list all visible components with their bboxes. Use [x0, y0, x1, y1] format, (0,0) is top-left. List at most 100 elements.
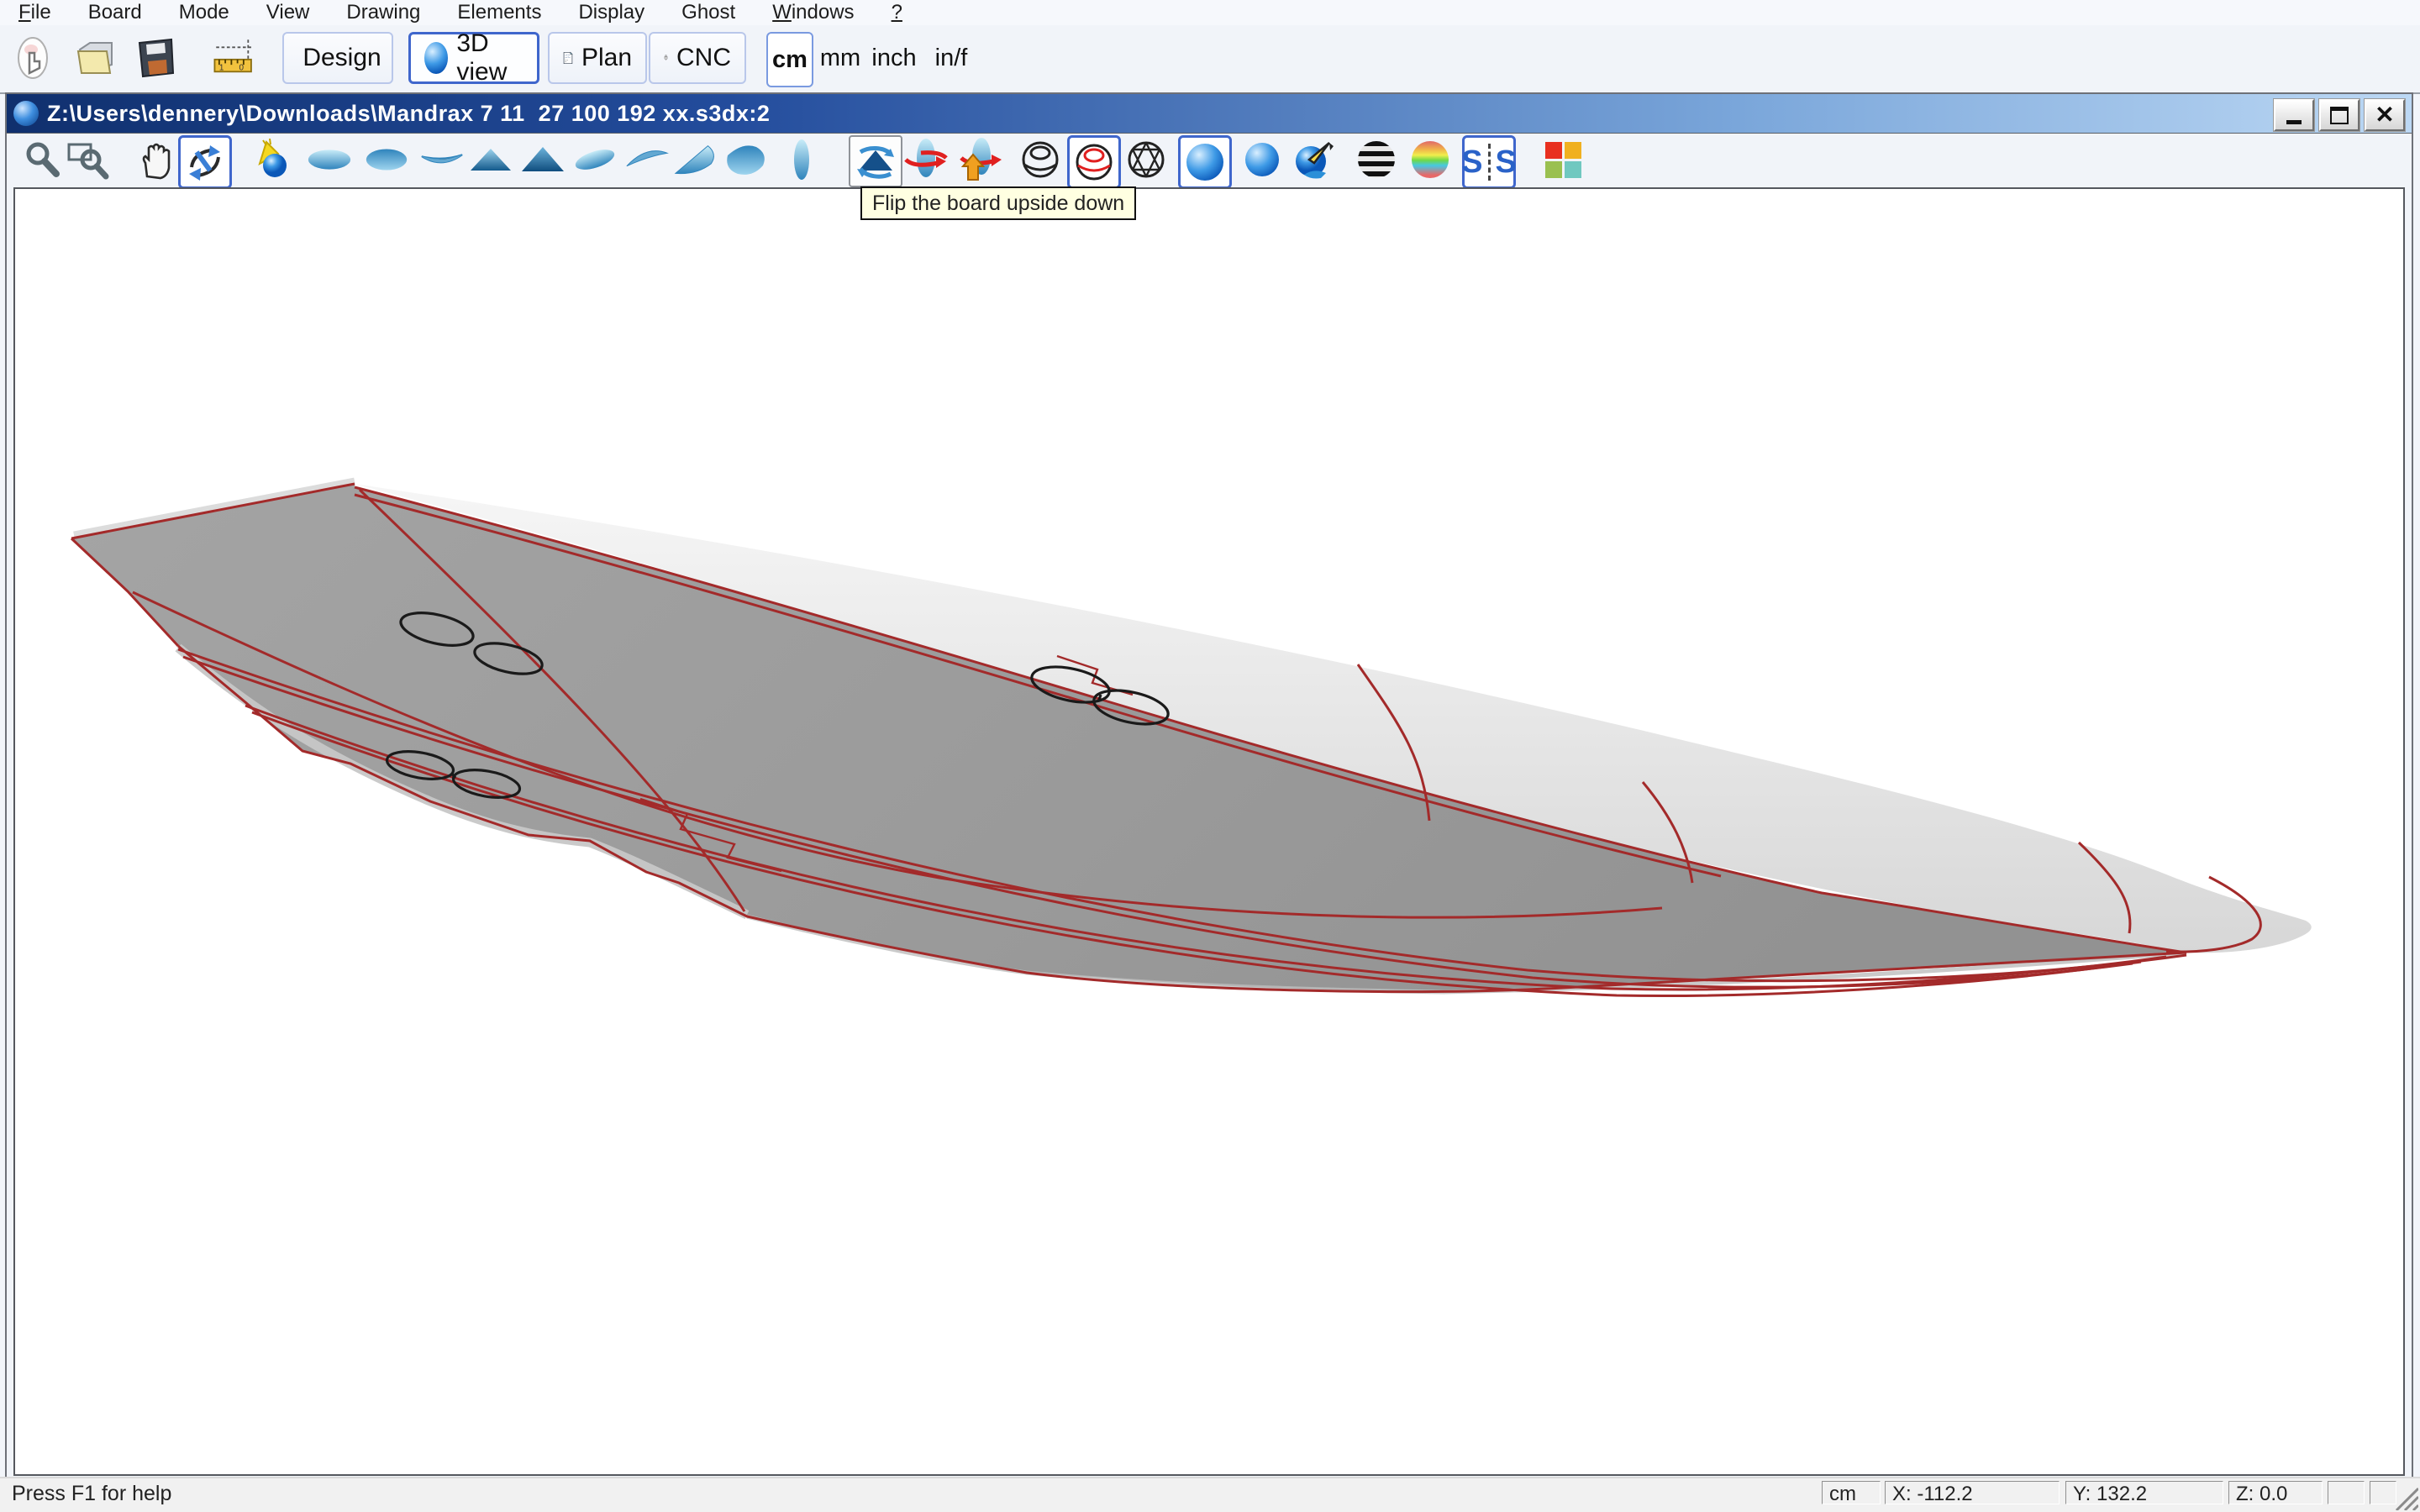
design-mode-button[interactable]: Design: [282, 32, 393, 84]
view-rocker[interactable]: [418, 136, 466, 183]
view-perspective-2[interactable]: [623, 136, 671, 183]
save-icon[interactable]: [131, 34, 180, 82]
view-side[interactable]: [778, 136, 825, 183]
menu-elements[interactable]: Elements: [439, 0, 560, 25]
rotate-3d-icon: [185, 142, 225, 182]
menu-bar: File Board Mode View Drawing Elements Di…: [0, 0, 2420, 26]
render-smooth-button[interactable]: [1239, 136, 1286, 183]
menu-view[interactable]: View: [248, 0, 329, 25]
view-tail[interactable]: [519, 136, 566, 183]
status-z-coordinate: Z: 0.0: [2228, 1481, 2323, 1504]
menu-display[interactable]: Display: [560, 0, 663, 25]
dimensions-ruler-icon[interactable]: 1 0: [210, 34, 259, 82]
mesh-sphere-icon: [1126, 139, 1166, 180]
status-empty-box-1: [2328, 1481, 2365, 1504]
tile-windows-icon: [1545, 142, 1581, 178]
status-help-text: Press F1 for help: [12, 1482, 171, 1506]
close-icon: ✕: [2375, 103, 2394, 127]
zoom-window-tool[interactable]: [64, 136, 111, 183]
model-canvas[interactable]: [13, 187, 2405, 1476]
zoom-tool[interactable]: [18, 136, 66, 183]
cnc-mode-button[interactable]: CNC: [649, 32, 746, 84]
cnc-label: CNC: [676, 44, 731, 72]
design-label: Design: [302, 44, 381, 72]
document-icon: [13, 101, 39, 126]
window-controls: ✕: [2274, 99, 2405, 131]
mesh-sphere-button[interactable]: [1123, 136, 1170, 183]
svg-text:1: 1: [219, 64, 224, 73]
menu-file[interactable]: File: [0, 0, 70, 25]
view-nose[interactable]: [467, 136, 514, 183]
smooth-sphere-icon: [1245, 143, 1279, 176]
resize-grip[interactable]: [2393, 1485, 2418, 1510]
open-folder-icon[interactable]: [72, 34, 121, 82]
swap-nose-tail-button[interactable]: [956, 136, 1003, 183]
minimize-button[interactable]: [2274, 99, 2314, 131]
solid-sphere-icon: [1186, 144, 1223, 181]
unit-inch-button[interactable]: inch: [867, 32, 921, 84]
cnc-bit-icon: [664, 39, 668, 77]
document-window: Z:\Users\dennery\Downloads\Mandrax 7 11 …: [5, 92, 2413, 1478]
tooltip-text: Flip the board upside down: [872, 192, 1124, 216]
status-y-coordinate: Y: 132.2: [2065, 1481, 2223, 1504]
menu-mode[interactable]: Mode: [160, 0, 248, 25]
menu-board[interactable]: Board: [70, 0, 160, 25]
view-perspective-3[interactable]: [672, 136, 719, 183]
rotate-axis-icon: [902, 138, 950, 181]
unit-inch-label: inch: [871, 45, 916, 72]
zebra-sphere-icon: [1358, 141, 1395, 178]
plan-mode-button[interactable]: Plan: [548, 32, 647, 84]
menu-drawing[interactable]: Drawing: [328, 0, 439, 25]
status-unit: cm: [1822, 1481, 1881, 1504]
menu-ghost[interactable]: Ghost: [663, 0, 754, 25]
maximize-button[interactable]: [2319, 99, 2360, 131]
pan-tool[interactable]: [133, 136, 180, 183]
view-toolbar: SS: [7, 134, 2412, 187]
unit-cm-button[interactable]: cm: [766, 32, 813, 87]
plan-document-icon: [563, 39, 573, 76]
wireframe-red-sphere-icon: [1074, 142, 1114, 182]
rotate-lengthwise-button[interactable]: [902, 136, 950, 183]
flip-upside-down-button[interactable]: [849, 135, 902, 187]
tile-windows-button[interactable]: [1539, 136, 1586, 183]
sphere-icon: [424, 42, 448, 74]
render-solid-button[interactable]: [1178, 135, 1232, 189]
lighting-tool[interactable]: [247, 136, 294, 183]
unit-mm-label: mm: [820, 45, 860, 72]
symmetry-icon: SS: [1461, 144, 1517, 181]
symmetry-button[interactable]: SS: [1462, 135, 1516, 189]
render-paint-button[interactable]: [1291, 136, 1338, 183]
rotate-3d-tool[interactable]: [178, 135, 232, 189]
wireframe-sphere-button[interactable]: [1017, 136, 1064, 183]
3d-view-label: 3D view: [456, 29, 523, 87]
menu-help[interactable]: ?: [873, 0, 921, 25]
pointer-tool-icon[interactable]: [8, 34, 57, 82]
curvature-sphere-icon: [1412, 141, 1449, 178]
status-bar: Press F1 for help cm X: -112.2 Y: 132.2 …: [0, 1477, 2420, 1512]
render-curvature-button[interactable]: [1407, 136, 1454, 183]
status-x-coordinate: X: -112.2: [1885, 1481, 2060, 1504]
unit-cm-label: cm: [772, 46, 808, 74]
unit-mm-button[interactable]: mm: [817, 32, 864, 84]
document-titlebar[interactable]: Z:\Users\dennery\Downloads\Mandrax 7 11 …: [7, 94, 2412, 134]
paint-sphere-icon: [1292, 138, 1336, 181]
plan-label: Plan: [581, 44, 632, 72]
lamp-icon: [250, 139, 292, 181]
rotate-arrow-up-icon: [956, 138, 1003, 181]
maximize-icon: [2330, 107, 2349, 124]
3d-view-mode-button[interactable]: 3D view: [408, 32, 539, 84]
minimize-icon: [2286, 120, 2302, 124]
menu-windows[interactable]: Windows: [754, 0, 872, 25]
main-toolbar: 1 0 Design 3D view Plan: [0, 25, 2420, 94]
view-perspective-1[interactable]: [571, 136, 618, 183]
tooltip: Flip the board upside down: [860, 186, 1136, 220]
wireframe-slices-button[interactable]: [1067, 135, 1121, 189]
flip-board-icon: [854, 140, 897, 182]
view-perspective-4[interactable]: [723, 136, 770, 183]
close-button[interactable]: ✕: [2365, 99, 2405, 131]
view-deck[interactable]: [306, 136, 353, 183]
unit-inf-button[interactable]: in/f: [926, 32, 976, 84]
render-zebra-button[interactable]: [1353, 136, 1400, 183]
view-bottom[interactable]: [363, 136, 410, 183]
magnifier-icon: [23, 140, 61, 179]
